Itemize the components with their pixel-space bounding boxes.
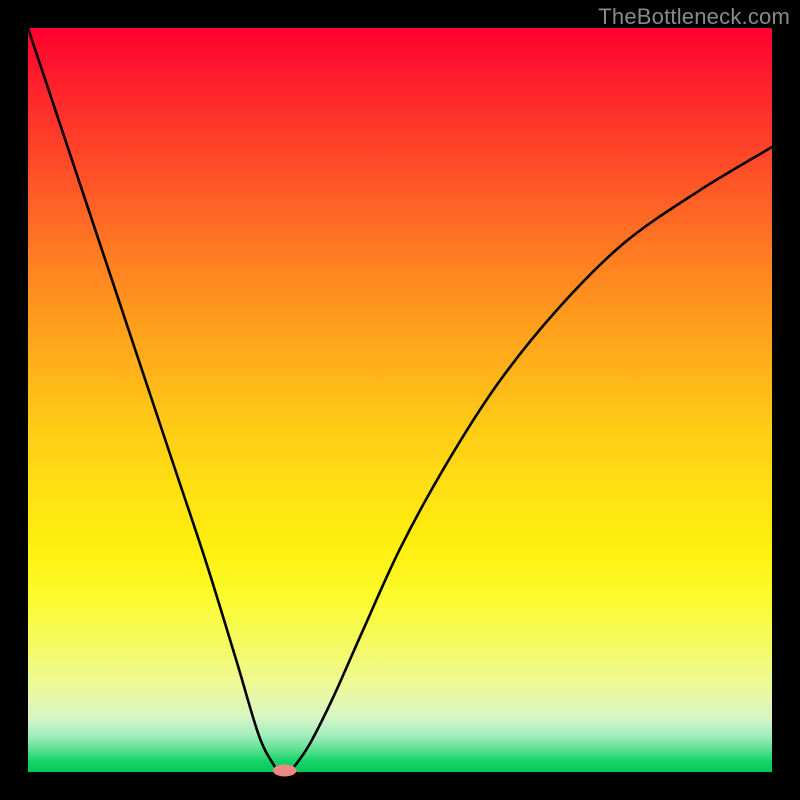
plot-area (28, 28, 772, 772)
curve-svg (28, 28, 772, 772)
bottleneck-curve (28, 28, 772, 773)
chart-frame: TheBottleneck.com (0, 0, 800, 800)
watermark-text: TheBottleneck.com (598, 4, 790, 30)
minimum-marker (273, 765, 297, 777)
